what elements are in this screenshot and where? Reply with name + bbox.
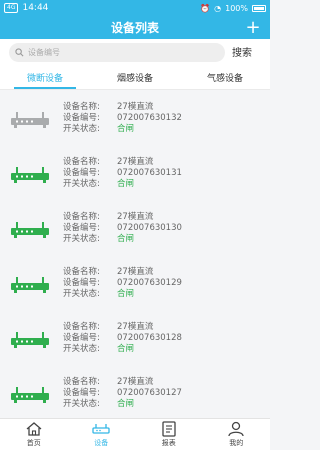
user-icon — [228, 421, 244, 437]
switch-state-label: 开关状态: — [63, 179, 100, 189]
router-icon — [11, 387, 49, 403]
bottom-nav: 首页 设备 报表 我的 — [0, 418, 270, 450]
device-info: 设备名称: 27模直流设备编号: 072007630130 开关状态: 合闸 — [63, 212, 182, 245]
wifi-icon: ◔ — [214, 3, 222, 13]
nav-home[interactable]: 首页 — [0, 419, 68, 450]
device-info: 设备名称: 27模直流设备编号: 072007630132 开关状态: 合闸 — [63, 102, 182, 135]
switch-state-label: 开关状态: — [63, 344, 100, 354]
device-name-label: 设备名称: — [63, 322, 100, 332]
device-info: 设备名称: 27模直流设备编号: 072007630128 开关状态: 合闸 — [63, 322, 182, 355]
device-list-item[interactable]: 设备名称: 27模直流设备编号: 072007630130 开关状态: 合闸 — [0, 201, 270, 256]
tab-smoke[interactable]: 烟感设备 — [90, 65, 180, 89]
device-name: 27模直流 — [117, 212, 154, 222]
report-icon — [162, 421, 176, 437]
device-list: 设备名称: 27模直流 设备编号: 072007630132 开关状态: 合闸 设备名称: 2… — [0, 91, 270, 418]
switch-state: 合闸 — [117, 399, 135, 409]
clock: 14:44 — [22, 3, 49, 13]
device-code-label: 设备编号: — [63, 113, 100, 123]
switch-state: 合闸 — [117, 344, 135, 354]
router-icon — [11, 167, 49, 183]
search-bar: 搜索 — [0, 39, 270, 65]
router-icon — [11, 222, 49, 238]
signal-icon: 4G — [4, 3, 19, 13]
nav-devices[interactable]: 设备 — [68, 419, 136, 450]
device-code-label: 设备编号: — [63, 168, 100, 178]
device-icon — [92, 424, 110, 434]
device-name-label: 设备名称: — [63, 212, 100, 222]
switch-state: 合闸 — [117, 124, 135, 134]
device-name-label: 设备名称: — [63, 102, 100, 112]
app-header: 4G 14:44 ⏰ ◔ 100% 设备列表 + — [0, 0, 270, 39]
add-device-button[interactable]: + — [242, 16, 264, 38]
nav-reports[interactable]: 报表 — [135, 419, 203, 450]
search-icon — [15, 48, 24, 57]
switch-state: 合闸 — [117, 234, 135, 244]
router-icon — [11, 332, 49, 348]
tab-breaker[interactable]: 微断设备 — [0, 65, 90, 89]
device-code: 072007630132 — [117, 113, 182, 123]
device-list-item[interactable]: 设备名称: 27模直流设备编号: 072007630132 开关状态: 合闸 — [0, 91, 270, 146]
device-name: 27模直流 — [117, 157, 154, 167]
nav-profile[interactable]: 我的 — [203, 419, 271, 450]
tab-gas[interactable]: 气感设备 — [180, 65, 270, 89]
device-name: 27模直流 — [117, 322, 154, 332]
nav-label: 报表 — [161, 439, 176, 447]
device-code-label: 设备编号: — [63, 223, 100, 233]
alarm-icon: ⏰ — [200, 3, 211, 13]
device-code: 072007630131 — [117, 168, 182, 178]
device-list-item[interactable]: 设备名称: 27模直流设备编号: 072007630127 开关状态: 合闸 — [0, 366, 270, 418]
device-name-label: 设备名称: — [63, 157, 100, 167]
device-name: 27模直流 — [117, 267, 154, 277]
device-name-label: 设备名称: — [63, 377, 100, 387]
device-code-label: 设备编号: — [63, 388, 100, 398]
router-icon — [11, 112, 49, 128]
nav-label: 我的 — [229, 439, 244, 447]
search-input[interactable] — [28, 48, 208, 57]
switch-state: 合闸 — [117, 289, 135, 299]
device-code: 072007630127 — [117, 388, 182, 398]
device-type-tabs: 微断设备 烟感设备 气感设备 — [0, 65, 270, 90]
switch-state-label: 开关状态: — [63, 234, 100, 244]
device-name-label: 设备名称: — [63, 267, 100, 277]
router-icon — [11, 277, 49, 293]
status-bar: 4G 14:44 ⏰ ◔ 100% — [0, 0, 270, 16]
home-icon — [26, 422, 42, 436]
search-button[interactable]: 搜索 — [232, 44, 252, 59]
device-code: 072007630128 — [117, 333, 182, 343]
device-name: 27模直流 — [117, 377, 154, 387]
device-info: 设备名称: 27模直流设备编号: 072007630131 开关状态: 合闸 — [63, 157, 182, 190]
device-list-item[interactable]: 设备名称: 27模直流设备编号: 072007630131 开关状态: 合闸 — [0, 146, 270, 201]
switch-state-label: 开关状态: — [63, 289, 100, 299]
nav-label: 首页 — [26, 439, 41, 447]
device-code: 072007630130 — [117, 223, 182, 233]
battery-icon — [252, 4, 266, 12]
device-info: 设备名称: 27模直流设备编号: 072007630129 开关状态: 合闸 — [63, 267, 182, 300]
page-title: 设备列表 — [110, 21, 159, 35]
device-info: 设备名称: 27模直流设备编号: 072007630127 开关状态: 合闸 — [63, 377, 182, 410]
device-list-item[interactable]: 设备名称: 27模直流设备编号: 072007630128 开关状态: 合闸 — [0, 311, 270, 366]
device-code-label: 设备编号: — [63, 333, 100, 343]
search-field[interactable] — [9, 43, 225, 62]
nav-label: 设备 — [94, 439, 109, 447]
switch-state: 合闸 — [117, 179, 135, 189]
device-name: 27模直流 — [117, 102, 154, 112]
battery-level: 100% — [225, 3, 248, 13]
switch-state-label: 开关状态: — [63, 124, 100, 134]
device-code: 072007630129 — [117, 278, 182, 288]
switch-state-label: 开关状态: — [63, 399, 100, 409]
device-list-item[interactable]: 设备名称: 27模直流设备编号: 072007630129 开关状态: 合闸 — [0, 256, 270, 311]
device-code-label: 设备编号: — [63, 278, 100, 288]
